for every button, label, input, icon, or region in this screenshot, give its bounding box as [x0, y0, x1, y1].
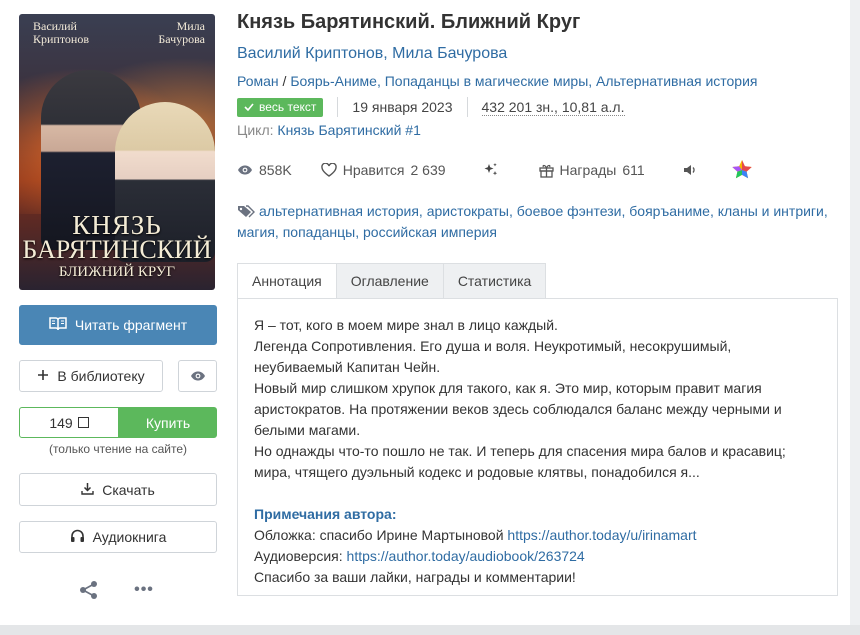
book-tags: альтернативная история, аристократы, бое… [237, 203, 828, 240]
buy-button[interactable]: Купить [119, 407, 217, 438]
annotation-line: Легенда Сопротивления. Его душа и воля. … [254, 338, 732, 375]
add-to-library-label: В библиотеку [57, 368, 145, 384]
book-authors: Василий Криптонов, Мила Бачурова [237, 45, 508, 62]
divider [337, 97, 339, 117]
download-label: Скачать [102, 481, 155, 498]
divider [466, 97, 468, 117]
cover-title-line2: БАРЯТИНСКИЙ [22, 235, 212, 264]
book-title: Князь Барятинский. Ближний Круг [237, 11, 581, 33]
read-fragment-label: Читать фрагмент [74, 317, 188, 333]
cover-credit-label: Обложка: спасибо Ирине Мартыновой [254, 527, 504, 543]
headphones-icon [70, 529, 85, 546]
tag-link[interactable]: попаданцы [283, 224, 356, 240]
price-note: (только чтение на сайте) [48, 442, 188, 456]
eye-icon [238, 165, 252, 175]
like-button[interactable]: Нравится 2 639 [320, 162, 446, 178]
tag-link[interactable]: боевое фэнтези [517, 203, 622, 219]
author-notes-title: Примечания автора: [254, 506, 397, 522]
tab-statistics[interactable]: Статистика [443, 263, 547, 299]
heart-icon [320, 163, 337, 177]
awards-label: Награды [559, 162, 617, 178]
open-book-icon [49, 316, 67, 334]
annotation-line: Но однажды что-то пошло не так. И теперь… [254, 443, 786, 480]
tab-contents[interactable]: Оглавление [336, 263, 444, 299]
book-tabs: Аннотация Оглавление Статистика [237, 263, 547, 299]
genre-link[interactable]: Роман [237, 73, 279, 89]
eye-icon [190, 368, 206, 384]
check-icon [244, 103, 254, 111]
annotation-line: Новый мир слишком хрупок для такого, как… [254, 380, 782, 438]
buy-label: Купить [145, 414, 191, 431]
watch-button[interactable] [178, 360, 217, 392]
book-cycle: Цикл: Князь Барятинский #1 [237, 122, 421, 138]
cover-author-left-last: Криптонов [33, 32, 90, 46]
views-stat: 858K [237, 162, 292, 178]
cover-credit-link[interactable]: https://author.today/u/irinamart [507, 527, 696, 543]
download-button[interactable]: Скачать [19, 473, 217, 506]
awards-count: 611 [622, 162, 645, 178]
status-badge: весь текст [237, 97, 324, 117]
tag-link[interactable]: альтернативная история [259, 203, 419, 219]
cycle-link[interactable]: Князь Барятинский #1 [277, 122, 420, 138]
speaker-icon[interactable] [683, 164, 697, 176]
share-icon[interactable] [79, 580, 99, 600]
genre-link[interactable]: Боярь-Аниме [290, 73, 377, 89]
cover-author-left: Василий Криптонов [33, 20, 89, 46]
tag-link[interactable]: аристократы [427, 203, 509, 219]
cycle-label: Цикл: [237, 122, 274, 138]
book-genres: Роман / Боярь-Аниме, Попаданцы в магичес… [237, 73, 758, 89]
audio-credit: Аудиоверсия: https://author.today/audiob… [254, 546, 821, 567]
tag-link[interactable]: российская империя [363, 224, 497, 240]
author-link[interactable]: Мила Бачурова [392, 45, 507, 62]
price-value: 149 [49, 414, 73, 431]
tag-link[interactable]: бояръаниме [629, 203, 710, 219]
sparkles-icon[interactable] [483, 162, 499, 178]
price-display: 149 [19, 407, 119, 438]
likes-count: 2 639 [410, 162, 446, 178]
read-fragment-button[interactable]: Читать фрагмент [19, 305, 217, 345]
book-size[interactable]: 432 201 зн., 10,81 а.л. [481, 99, 625, 116]
annotation-panel: Я – тот, кого в моем мире знал в лицо ка… [237, 298, 838, 596]
status-badge-label: весь текст [259, 100, 317, 114]
book-stats: 858K Нравится 2 639 Награды 611 [237, 159, 753, 181]
views-count: 858K [259, 162, 292, 178]
plus-icon [37, 368, 49, 384]
add-to-library-button[interactable]: В библиотеку [19, 360, 163, 392]
book-page: Василий Криптонов Мила Бачурова КНЯЗЬ БА… [0, 0, 850, 625]
audiobook-label: Аудиокнига [92, 529, 167, 545]
cover-author-right: Мила Бачурова [158, 20, 205, 46]
gift-icon [538, 164, 554, 178]
book-status-row: весь текст 19 января 2023 432 201 зн., 1… [237, 96, 625, 118]
genre-link[interactable]: Попаданцы в магические миры [385, 73, 589, 89]
publish-date: 19 января 2023 [352, 99, 453, 115]
audiobook-button[interactable]: Аудиокнига [19, 521, 217, 553]
cover-credit: Обложка: спасибо Ирине Мартыновой https:… [254, 525, 821, 546]
cover-title-line3: БЛИЖНИЙ КРУГ [58, 264, 176, 280]
download-icon [81, 482, 94, 498]
page-bottom-shade [0, 625, 860, 635]
more-options-icon[interactable]: ••• [133, 580, 155, 600]
cover-author-right-last: Бачурова [158, 32, 205, 46]
audio-credit-link[interactable]: https://author.today/audiobook/263724 [347, 548, 585, 564]
tags-icon [238, 205, 255, 218]
book-cover[interactable]: Василий Криптонов Мила Бачурова КНЯЗЬ БА… [19, 14, 215, 290]
thanks-line: Спасибо за ваши лайки, награды и коммент… [254, 569, 576, 585]
tag-link[interactable]: магия [237, 224, 275, 240]
likes-label: Нравится [342, 162, 405, 178]
rainbow-star-icon[interactable] [731, 159, 753, 181]
awards-button[interactable]: Награды 611 [538, 162, 645, 178]
tab-annotation[interactable]: Аннотация [237, 263, 337, 299]
annotation-line: Я – тот, кого в моем мире знал в лицо ка… [254, 317, 558, 333]
genre-link[interactable]: Альтернативная история [596, 73, 757, 89]
ruble-icon [77, 415, 89, 431]
audio-credit-label: Аудиоверсия: [254, 548, 343, 564]
author-link[interactable]: Василий Криптонов [237, 45, 383, 62]
tag-link[interactable]: кланы и интриги [718, 203, 824, 219]
